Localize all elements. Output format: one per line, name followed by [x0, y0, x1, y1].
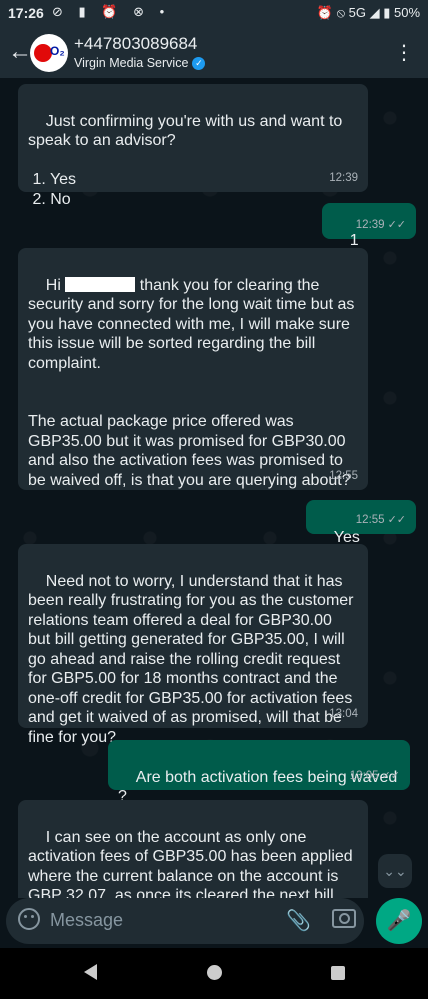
message-time: 12:55: [329, 469, 358, 482]
contact-business-name: Virgin Media Service: [74, 56, 189, 70]
message-time: 12:55: [355, 513, 385, 526]
system-nav-bar: [0, 948, 428, 999]
emoji-icon[interactable]: [18, 908, 40, 930]
message-text: Yes: [333, 528, 360, 546]
message-input[interactable]: Message 📎: [6, 898, 364, 944]
mic-button[interactable]: 🎤: [376, 898, 422, 944]
contact-subtitle[interactable]: Virgin Media Service ✓: [74, 56, 206, 71]
message-time: 13:04: [329, 707, 358, 720]
message-text-start: Hi: [45, 276, 66, 294]
message-outgoing[interactable]: Yes 12:55 ✓✓: [306, 500, 416, 546]
redacted-name: [65, 276, 136, 292]
message-text: Need not to worry, I understand that it …: [28, 572, 358, 746]
nav-back-icon[interactable]: [84, 964, 97, 980]
back-arrow-icon[interactable]: ←: [8, 38, 32, 66]
message-incoming[interactable]: I can see on the account as only one act…: [18, 800, 368, 898]
message-placeholder: Message: [50, 910, 124, 930]
read-receipt-icon: ✓✓: [387, 513, 406, 526]
camera-icon[interactable]: [332, 909, 356, 928]
message-incoming[interactable]: Hi thank you for clearing the security a…: [18, 248, 368, 490]
verified-badge-icon: ✓: [192, 57, 206, 71]
nav-home-icon[interactable]: [207, 965, 222, 980]
message-outgoing[interactable]: Are both activation fees being waved ? 1…: [108, 740, 410, 805]
message-text: Just confirming you're with us and want …: [28, 112, 343, 208]
message-text: I can see on the account as only one act…: [28, 828, 353, 899]
compose-bar: Message 📎 🎤: [0, 898, 428, 946]
message-time: 13:05: [349, 769, 379, 782]
read-receipt-icon: ✓✓: [381, 769, 400, 782]
o2-logo-icon: O₂: [50, 44, 65, 58]
chat-header: ← O₂ +447803089684 Virgin Media Service ✓…: [0, 28, 428, 78]
nav-recents-icon[interactable]: [331, 966, 345, 980]
message-time: 12:39: [355, 218, 385, 231]
scroll-to-bottom-button[interactable]: ⌄⌄: [378, 854, 412, 888]
message-incoming[interactable]: Need not to worry, I understand that it …: [18, 544, 368, 746]
message-incoming[interactable]: Just confirming you're with us and want …: [18, 84, 368, 208]
chat-area[interactable]: Just confirming you're with us and want …: [0, 78, 428, 898]
message-meta: 12:55 ✓✓: [356, 511, 406, 531]
message-outgoing[interactable]: 1 12:39 ✓✓: [322, 203, 416, 249]
read-receipt-icon: ✓✓: [387, 218, 406, 231]
avatar[interactable]: O₂: [30, 34, 68, 72]
status-bar: 17:26 ⊘ ▮ ⏰ ⊗ • ⏰ ⦸ 5G ◢ ▮ 50%: [0, 0, 428, 28]
message-meta: 13:05 ✓✓: [350, 767, 400, 787]
message-meta: 12:39 ✓✓: [356, 216, 406, 236]
message-time: 12:39: [329, 171, 358, 184]
contact-title[interactable]: +447803089684: [74, 34, 197, 54]
status-notification-icons: ⊘ ▮ ⏰ ⊗ •: [52, 4, 171, 19]
message-text: thank you for clearing the security and …: [28, 276, 355, 489]
overflow-menu-icon[interactable]: ⋮: [394, 40, 414, 65]
status-time: 17:26: [8, 5, 44, 21]
attach-icon[interactable]: 📎: [286, 908, 311, 933]
status-system-icons: ⏰ ⦸ 5G ◢ ▮ 50%: [316, 5, 420, 20]
